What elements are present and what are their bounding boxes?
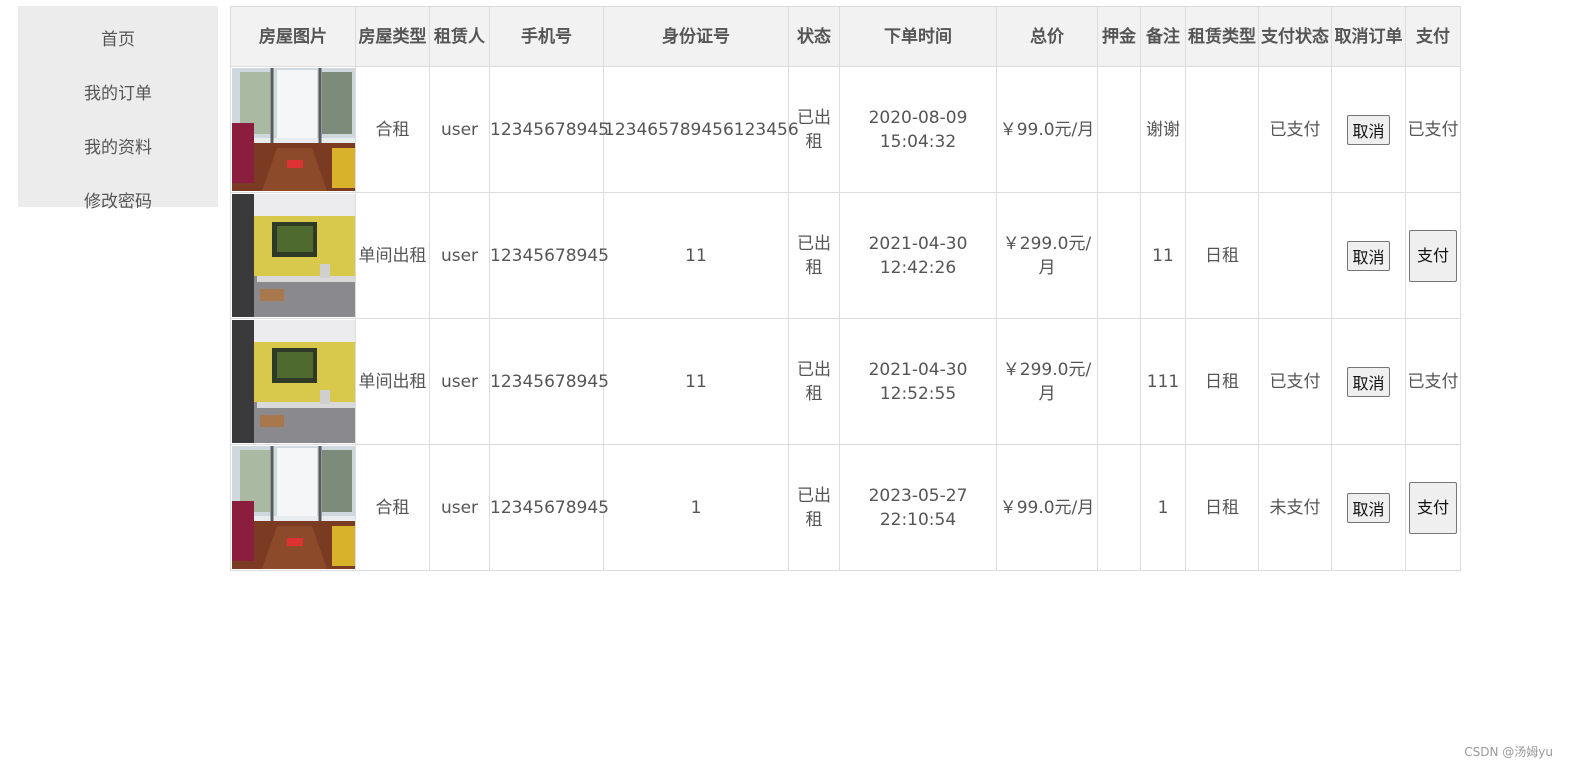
total-price-cell: ￥99.0元/月 <box>996 66 1098 193</box>
living-room-photo <box>231 68 355 191</box>
remark-cell: 111 <box>1140 318 1186 445</box>
phone-cell: 12345678945 <box>489 318 609 445</box>
house-type-cell: 单间出租 <box>355 192 430 319</box>
pay-button[interactable]: 支付 <box>1409 229 1457 282</box>
phone-cell: 12345678945 <box>489 192 609 319</box>
tenant-cell: user <box>429 444 490 571</box>
kitchen-photo <box>231 194 355 317</box>
paid-text: 已支付 <box>1407 371 1459 392</box>
table-row: 单间出租 user 12345678945 11 已出租 2021-04-30 … <box>230 192 1461 319</box>
phone-cell: 12345678945 <box>489 444 609 571</box>
tenant-cell: user <box>429 318 490 445</box>
orders-table: 房屋图片 房屋类型 租赁人 手机号 身份证号 状态 下单时间 总价 押金 备注 … <box>230 6 1461 571</box>
cancel-cell: 取消 <box>1331 192 1406 319</box>
id-number-cell: 11 <box>603 192 789 319</box>
deposit-cell <box>1097 318 1141 445</box>
total-price-cell: ￥299.0元/月 <box>996 192 1098 319</box>
id-number-cell: 1 <box>603 444 789 571</box>
remark-cell: 11 <box>1140 192 1186 319</box>
header-rent-type: 租赁类型 <box>1185 6 1259 67</box>
total-price-cell: ￥299.0元/月 <box>996 318 1098 445</box>
header-pay: 支付 <box>1405 6 1461 67</box>
pay-status-cell: 已支付 <box>1258 66 1332 193</box>
remark-cell: 谢谢 <box>1140 66 1186 193</box>
header-total-price: 总价 <box>996 6 1098 67</box>
deposit-cell <box>1097 66 1141 193</box>
order-time-cell: 2021-04-30 12:42:26 <box>839 192 997 319</box>
table-row: 单间出租 user 12345678945 11 已出租 2021-04-30 … <box>230 318 1461 445</box>
house-image-cell <box>230 318 356 445</box>
sidebar-menu: 首页 我的订单 我的资料 修改密码 <box>18 6 218 236</box>
paid-text: 已支付 <box>1407 119 1459 140</box>
header-status: 状态 <box>788 6 840 67</box>
phone-cell: 12345678945 <box>489 66 609 193</box>
order-time-cell: 2021-04-30 12:52:55 <box>839 318 997 445</box>
pay-button[interactable]: 支付 <box>1409 481 1457 534</box>
rent-type-cell: 日租 <box>1185 192 1259 319</box>
tenant-cell: user <box>429 192 490 319</box>
house-image-cell <box>230 444 356 571</box>
remark-cell: 1 <box>1140 444 1186 571</box>
order-time-cell: 2023-05-27 22:10:54 <box>839 444 997 571</box>
pay-cell: 支付 <box>1405 192 1461 319</box>
status-cell: 已出租 <box>788 318 840 445</box>
deposit-cell <box>1097 444 1141 571</box>
header-order-time: 下单时间 <box>839 6 997 67</box>
house-image-cell <box>230 66 356 193</box>
tenant-cell: user <box>429 66 490 193</box>
header-house-image: 房屋图片 <box>230 6 356 67</box>
header-phone: 手机号 <box>489 6 604 67</box>
total-price-cell: ￥99.0元/月 <box>996 444 1098 571</box>
pay-cell: 已支付 <box>1405 318 1461 445</box>
header-cancel-order: 取消订单 <box>1331 6 1406 67</box>
id-number-cell: 11 <box>603 318 789 445</box>
house-type-cell: 合租 <box>355 444 430 571</box>
rent-type-cell: 日租 <box>1185 318 1259 445</box>
house-type-cell: 合租 <box>355 66 430 193</box>
cancel-order-button[interactable]: 取消 <box>1347 114 1390 145</box>
cancel-order-button[interactable]: 取消 <box>1347 240 1390 271</box>
cancel-order-button[interactable]: 取消 <box>1347 492 1390 523</box>
id-number-cell: 123465789456123456 <box>603 66 799 193</box>
rent-type-cell <box>1185 66 1259 193</box>
house-type-cell: 单间出租 <box>355 318 430 445</box>
order-time-cell: 2020-08-09 15:04:32 <box>839 66 997 193</box>
header-id-number: 身份证号 <box>603 6 789 67</box>
footer-credit: CSDN @汤姆yu <box>1464 745 1553 759</box>
living-room-photo <box>231 446 355 569</box>
status-cell: 已出租 <box>788 444 840 571</box>
table-header-row: 房屋图片 房屋类型 租赁人 手机号 身份证号 状态 下单时间 总价 押金 备注 … <box>230 6 1461 67</box>
deposit-cell <box>1097 192 1141 319</box>
status-cell: 已出租 <box>788 192 840 319</box>
header-pay-status: 支付状态 <box>1258 6 1332 67</box>
house-image-cell <box>230 192 356 319</box>
header-tenant: 租赁人 <box>429 6 490 67</box>
table-row: 合租 user 12345678945 1 已出租 2023-05-27 22:… <box>230 444 1461 571</box>
cancel-order-button[interactable]: 取消 <box>1347 366 1390 397</box>
table-row: 合租 user 12345678945 123465789456123456 已… <box>230 66 1461 193</box>
pay-status-cell <box>1258 192 1332 319</box>
pay-status-cell: 未支付 <box>1258 444 1332 571</box>
header-house-type: 房屋类型 <box>355 6 430 67</box>
pay-cell: 已支付 <box>1405 66 1461 193</box>
cancel-cell: 取消 <box>1331 444 1406 571</box>
header-deposit: 押金 <box>1097 6 1141 67</box>
sidebar-item-change-password[interactable]: 修改密码 <box>18 168 218 236</box>
header-remark: 备注 <box>1140 6 1186 67</box>
sidebar: 首页 我的订单 我的资料 修改密码 <box>18 6 218 212</box>
cancel-cell: 取消 <box>1331 318 1406 445</box>
cancel-cell: 取消 <box>1331 66 1406 193</box>
pay-status-cell: 已支付 <box>1258 318 1332 445</box>
kitchen-photo <box>231 320 355 443</box>
pay-cell: 支付 <box>1405 444 1461 571</box>
rent-type-cell: 日租 <box>1185 444 1259 571</box>
